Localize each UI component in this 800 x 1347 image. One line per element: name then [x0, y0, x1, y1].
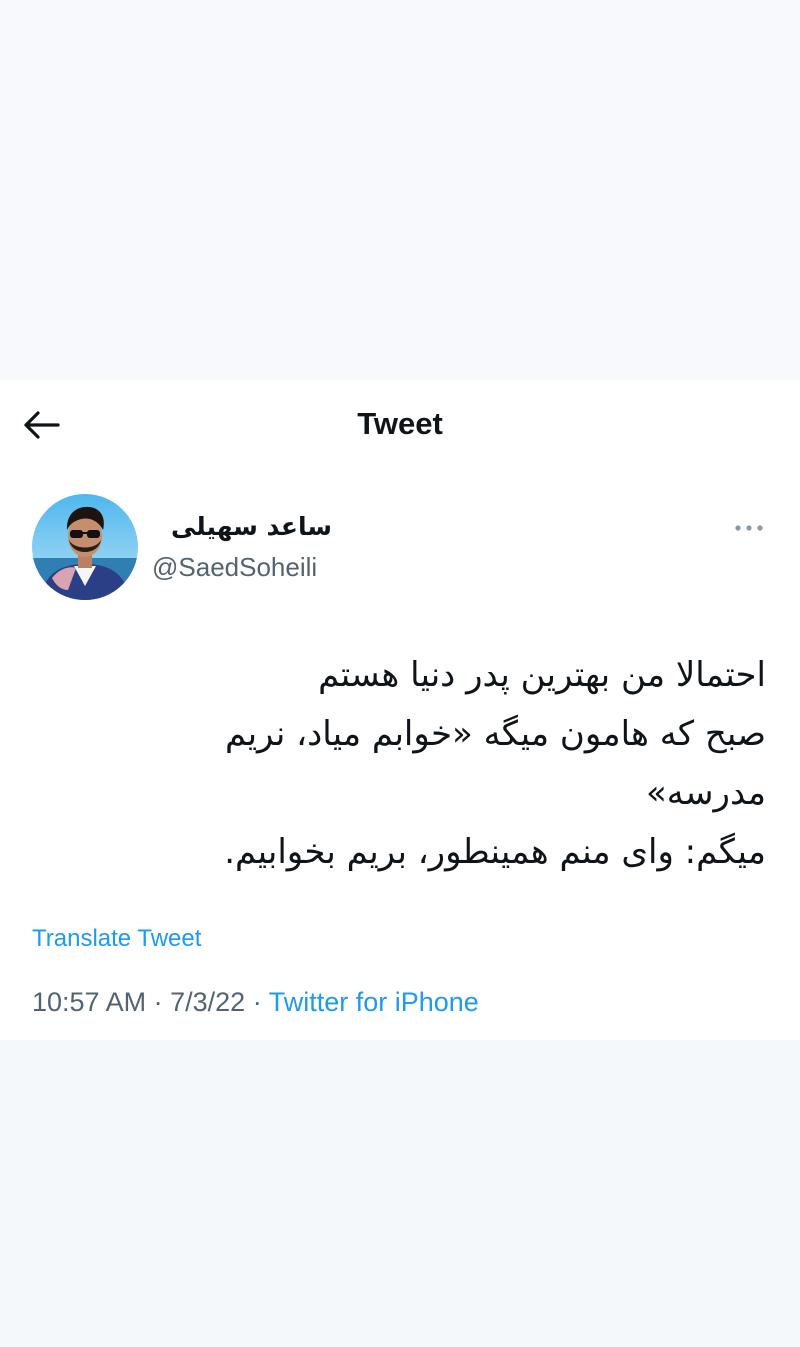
- translate-tweet-link[interactable]: Translate Tweet: [32, 922, 201, 956]
- avatar-image: [32, 494, 138, 600]
- avatar[interactable]: [32, 494, 138, 600]
- tweet-meta: 10:57 AM · 7/3/22 · Twitter for iPhone: [32, 984, 479, 1020]
- empty-top-area: [0, 0, 800, 380]
- tweet-line: میگم: وای منم همینطور، بریم بخوابیم.: [224, 832, 766, 872]
- tweet-source-link[interactable]: Twitter for iPhone: [269, 987, 479, 1017]
- tweet-line: احتمالا من بهترین پدر دنیا هستم: [318, 655, 766, 695]
- tweet-line: مدرسه»: [646, 773, 766, 813]
- more-options-button[interactable]: [726, 510, 772, 546]
- meta-separator: ·: [153, 987, 163, 1017]
- tweet-card: Tweet ساعد سهیلی @SaedSoheili احتمالا من…: [0, 380, 800, 1040]
- tweet-text: احتمالا من بهترین پدر دنیا هستم صبح که ه…: [60, 646, 766, 882]
- author-name[interactable]: ساعد سهیلی: [152, 510, 332, 544]
- tweet-time[interactable]: 10:57 AM: [32, 987, 146, 1017]
- tweet-line: صبح که هامون میگه «خوابم میاد، نریم: [224, 714, 766, 754]
- tweet-date[interactable]: 7/3/22: [170, 987, 245, 1017]
- page-title: Tweet: [357, 406, 443, 441]
- meta-separator: ·: [252, 987, 262, 1017]
- top-bar: Tweet: [0, 380, 800, 468]
- author-handle[interactable]: @SaedSoheili: [152, 550, 317, 584]
- more-horizontal-icon: [735, 525, 763, 531]
- empty-bottom-area: [0, 1040, 800, 1347]
